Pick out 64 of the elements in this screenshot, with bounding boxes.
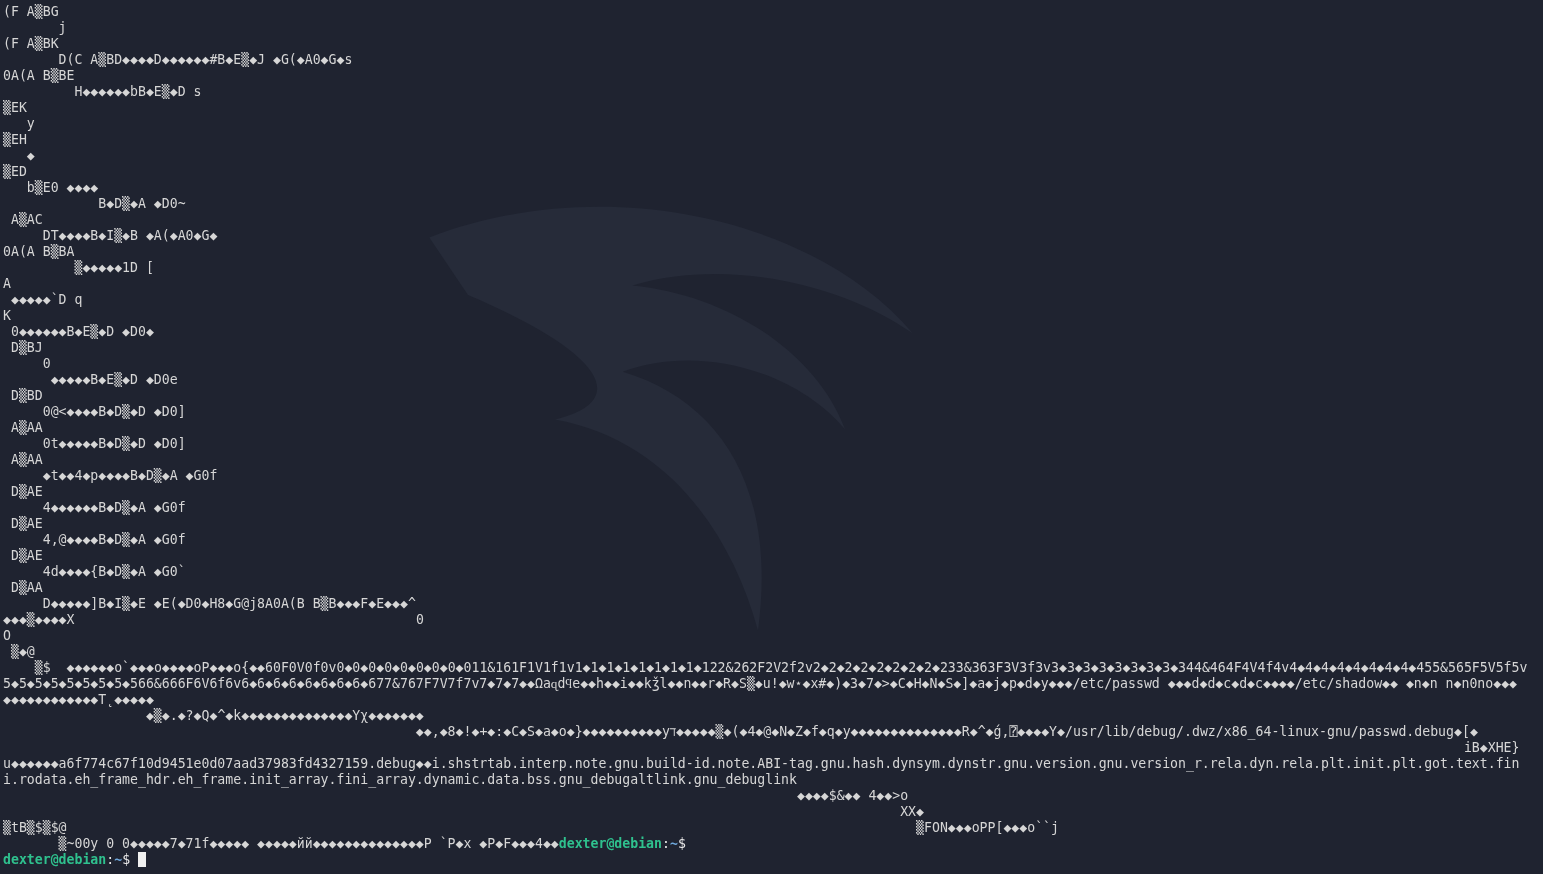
output-text: ▒EH <box>3 132 27 147</box>
output-text: (F A▒BK <box>3 36 59 51</box>
output-text: ◆◆◆◆◆◆◆◆◆◆◆◆T˛◆◆◆◆◆ <box>3 692 154 707</box>
output-text: D▒BJ <box>10 340 43 355</box>
output-text: ▒ED <box>3 164 27 179</box>
output-text: 0@<◆◆◆◆B◆D▒◆D ◆D0] <box>42 404 186 419</box>
prompt-user-host: dexter@debian <box>558 836 662 851</box>
prompt-user-host: dexter@debian <box>3 852 107 867</box>
output-text: (F A▒BG <box>3 4 59 19</box>
output-text: ◆ <box>26 148 35 163</box>
output-text: ◆◆◆◆◆`D q <box>10 292 83 307</box>
output-text: ◆◆◆◆◆B◆E▒◆D ◆D0e <box>50 372 178 387</box>
output-text: 4d◆◆◆◆{B◆D▒◆A ◆G0` <box>42 564 186 579</box>
output-text: j <box>58 20 67 35</box>
output-text: ◆◆◆◆◆◆o`◆◆◆o◆◆◆◆oP◆◆◆o{◆◆60F0V0f0v0◆0◆0◆0◆0◆0◆0◆0◆011&161F1V1f1v1◆1◆1◆1◆1◆1◆1◆1◆122&262F2V2f2v2◆2◆2◆2◆2◆2◆2◆2◆233&363F3V3f3v3◆3◆3◆3◆3◆3◆3◆3◆344&464F4V4f4v4◆4◆4◆4◆4◆4◆4◆4◆455&565F5V5f5v <box>66 660 1528 675</box>
output-text: 4◆◆◆◆◆◆B◆D▒◆A ◆G0f <box>42 500 186 515</box>
output-text: 0A(A B▒BA <box>3 244 75 259</box>
output-text: A <box>3 276 11 291</box>
output-text: 0t◆◆◆◆◆B◆D▒◆D ◆D0] <box>42 436 186 451</box>
prompt-symbol: $ <box>677 836 686 851</box>
output-text: XX◆ <box>900 804 924 819</box>
output-text: ▒FON◆◆◆oPP[◆◆◆o``j <box>916 820 1059 835</box>
output-text: 0 <box>415 612 424 627</box>
prompt-separator: : <box>662 836 670 851</box>
output-text: D▒AE <box>10 548 43 563</box>
output-text: y <box>26 116 35 131</box>
output-text: D▒AA <box>10 580 43 595</box>
output-text: D▒AE <box>10 516 43 531</box>
output-text: u◆◆◆◆◆◆a6f774c67f10d9451e0d07aad37983fd4327159.debug◆◆i.shstrtab.interp.note.gnu.build-id.note.ABI-tag.gnu.hash.dynsym.dynstr.gnu.version.gnu.version_r.rela.dyn.rela.plt.init.plt.got.text.fin <box>3 756 1520 771</box>
prompt-path: ~ <box>114 852 123 867</box>
output-text: ▒~00y 0 0◆◆◆◆◆7◆71f◆◆◆◆◆ ◆◆◆◆◆йй◆◆◆◆◆◆◆◆◆◆◆◆◆◆P `P◆x ◆P◆F◆◆◆4◆◆ <box>58 836 559 851</box>
output-text: 0 <box>42 356 51 371</box>
output-text: 4,@◆◆◆◆B◆D▒◆A ◆G0f <box>42 532 186 547</box>
output-text: ◆t◆◆4◆p◆◆◆◆B◆D▒◆A ◆G0f <box>42 468 218 483</box>
output-text: 0◆◆◆◆◆◆B◆E▒◆D ◆D0◆ <box>10 324 154 339</box>
output-text: DT◆◆◆◆B◆I▒◆B ◆A(◆A0◆G◆ <box>42 228 218 243</box>
output-text: D(C A▒BD◆◆◆◆D◆◆◆◆◆◆#B◆E▒◆J ◆G(◆A0◆G◆s <box>58 52 353 67</box>
prompt-separator: : <box>106 852 115 867</box>
output-text: D▒BD <box>10 388 43 403</box>
output-text: A▒AC <box>10 212 43 227</box>
output-text: 5◆5◆5◆5◆5◆5◆5◆5◆566&666F6V6f6v6◆6◆6◆6◆6◆6◆6◆6◆677&767F7V7f7v7◆7◆7◆◆Ωaɋdϥe◆◆h◆◆i◆◆kǯl◆◆n◆◆r◆R◆S▒◆u!◆w⋆◆x#◆)◆3◆7◆>◆C◆H◆N◆S◆]◆a◆j◆p◆d◆y◆◆◆/etc/passwd ◆◆◆d◆d◆c◆d◆c◆◆◆◆/etc/shadow◆◆ ◆n◆n n◆n0no◆◆◆ <box>3 676 1518 691</box>
output-text: O <box>3 628 11 643</box>
output-text: ◆▒◆.◆?◆Q◆^◆k◆◆◆◆◆◆◆◆◆◆◆◆◆◆Yχ◆◆◆◆◆◆◆ <box>145 708 424 723</box>
output-text: H◆◆◆◆◆◆bB◆E▒◆D s <box>74 84 202 99</box>
output-text: ▒tB▒$▒$@ <box>3 820 67 835</box>
output-text: A▒AA <box>10 452 43 467</box>
output-text: B◆D▒◆A ◆D0~ <box>98 196 186 211</box>
output-text: ▒◆◆◆◆◆1D [ <box>74 260 154 275</box>
output-text: ▒$ <box>34 660 51 675</box>
output-text: D◆◆◆◆◆]B◆I▒◆E ◆E(◆D0◆H8◆G@j8A0A(B B▒B◆◆◆F◆E◆◆◆^ <box>42 596 416 611</box>
output-text: iB◆XHE} <box>1463 740 1520 755</box>
output-text: ◆◆,◆8◆!◆+◆:◆C◆S◆a◆o◆}◆◆◆◆◆◆◆◆◆◆yℸ◆◆◆◆◆▒◆(◆4◆@◆N◆Z◆f◆q◆y◆◆◆◆◆◆◆◆◆◆◆◆◆◆R◆^◆ǵ,⍰◆◆◆◆Y◆/usr/lib/debug/.dwz/x86_64-linux-gnu/passwd.debug◆[◆ <box>415 724 1478 739</box>
output-text: ◆◆◆▒◆◆◆◆X <box>3 612 75 627</box>
output-text: ▒EK <box>3 100 27 115</box>
output-text: i.rodata.eh_frame_hdr.eh_frame.init_array.fini_array.dynamic.data.bss.gnu_debugaltlink.gnu_debuglink <box>3 772 797 787</box>
output-text: K <box>3 308 11 323</box>
output-text: 0A(A B▒BE <box>3 68 75 83</box>
output-text: D▒AE <box>10 484 43 499</box>
output-text: b▒E0 ◆◆◆◆ <box>26 180 99 195</box>
prompt-path: ~ <box>669 836 678 851</box>
prompt-symbol: $ <box>122 852 131 867</box>
output-text: ▒◆@ <box>10 644 35 659</box>
output-text: ◆◆◆◆$&◆◆ 4◆◆>o <box>796 788 909 803</box>
output-text: A▒AA <box>10 420 43 435</box>
